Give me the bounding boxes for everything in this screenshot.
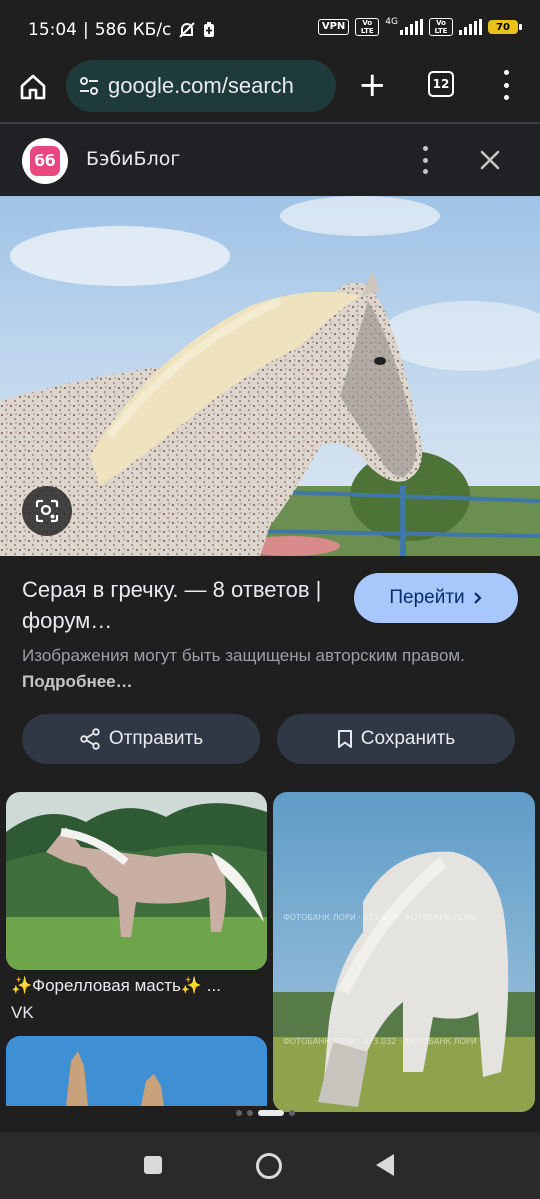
home-button[interactable] bbox=[256, 1153, 282, 1179]
volte-badge-2: Vo LTE bbox=[429, 18, 453, 36]
horse-photo-partial bbox=[6, 1036, 267, 1106]
watermark-2: ФОТОБАНК ЛОРИ · 473.032 · ФОТОБАНК ЛОРИ bbox=[283, 1037, 477, 1046]
browser-toolbar: google.com/search + 12 bbox=[0, 60, 540, 122]
save-button[interactable]: Сохранить bbox=[277, 714, 515, 764]
status-bar: 15:04 | 586 КБ/с VPN Vo LTE 4G Vo LTE 70 bbox=[0, 0, 540, 60]
related-caption-1[interactable]: ✨Форелловая масть✨ ... bbox=[11, 976, 261, 996]
close-icon[interactable] bbox=[476, 146, 504, 174]
battery-saver-icon bbox=[204, 22, 215, 37]
copyright-notice: Изображения могут быть защищены авторски… bbox=[22, 643, 502, 695]
logo-text: бб bbox=[30, 146, 60, 176]
page-indicator bbox=[236, 1110, 295, 1116]
status-time: 15:04 bbox=[28, 20, 77, 40]
related-image-3[interactable] bbox=[6, 1036, 267, 1106]
horse-photo bbox=[0, 196, 540, 556]
back-button[interactable] bbox=[376, 1154, 394, 1176]
main-image[interactable] bbox=[0, 196, 540, 556]
browser-menu-button[interactable] bbox=[500, 70, 512, 100]
new-tab-button[interactable]: + bbox=[358, 68, 387, 102]
lens-search-button[interactable] bbox=[22, 486, 72, 536]
network-type: 4G bbox=[385, 17, 398, 27]
share-button[interactable]: Отправить bbox=[22, 714, 260, 764]
vpn-badge: VPN bbox=[317, 19, 350, 35]
volte-badge-1: Vo LTE bbox=[355, 18, 380, 36]
horse-photo-grazing: ФОТОБАНК ЛОРИ · 473.032 · ФОТОБАНК ЛОРИ … bbox=[273, 792, 535, 1112]
related-source-1: VK bbox=[11, 1003, 34, 1022]
site-settings-icon[interactable] bbox=[78, 75, 100, 97]
signal-1-icon bbox=[400, 19, 423, 35]
related-image-1[interactable] bbox=[6, 792, 267, 970]
share-icon bbox=[80, 728, 100, 750]
watermark-1: ФОТОБАНК ЛОРИ · 473.032 · ФОТОБАНК ЛОРИ bbox=[283, 913, 477, 922]
copyright-text: Изображения могут быть защищены авторски… bbox=[22, 646, 465, 665]
horse-photo-pasture bbox=[6, 792, 267, 970]
visit-button[interactable]: Перейти bbox=[354, 573, 518, 623]
home-icon[interactable] bbox=[18, 72, 48, 102]
status-speed: 586 КБ/с bbox=[94, 20, 172, 40]
source-header: бб БэбиБлог bbox=[0, 124, 540, 196]
bookmark-icon bbox=[337, 730, 352, 748]
result-title[interactable]: Серая в гречку. — 8 ответов | форум… bbox=[22, 574, 322, 636]
alarm-off-icon bbox=[179, 22, 196, 38]
save-label: Сохранить bbox=[360, 728, 456, 749]
source-logo[interactable]: бб bbox=[22, 138, 68, 184]
related-image-2[interactable]: ФОТОБАНК ЛОРИ · 473.032 · ФОТОБАНК ЛОРИ … bbox=[273, 792, 535, 1112]
recent-apps-button[interactable] bbox=[144, 1156, 162, 1174]
address-bar[interactable]: google.com/search bbox=[66, 60, 336, 112]
tab-switcher-button[interactable]: 12 bbox=[428, 71, 454, 97]
learn-more-link[interactable]: Подробнее… bbox=[22, 672, 133, 691]
chevron-right-icon bbox=[473, 592, 482, 604]
more-options-button[interactable] bbox=[420, 146, 430, 174]
lens-icon bbox=[35, 499, 59, 523]
share-label: Отправить bbox=[108, 728, 204, 749]
system-navigation-bar bbox=[0, 1132, 540, 1199]
url-text: google.com/search bbox=[108, 73, 294, 98]
visit-label: Перейти bbox=[389, 587, 465, 608]
battery-icon: 70 bbox=[488, 20, 522, 34]
source-name[interactable]: БэбиБлог bbox=[86, 148, 180, 170]
signal-2-icon bbox=[459, 19, 482, 35]
